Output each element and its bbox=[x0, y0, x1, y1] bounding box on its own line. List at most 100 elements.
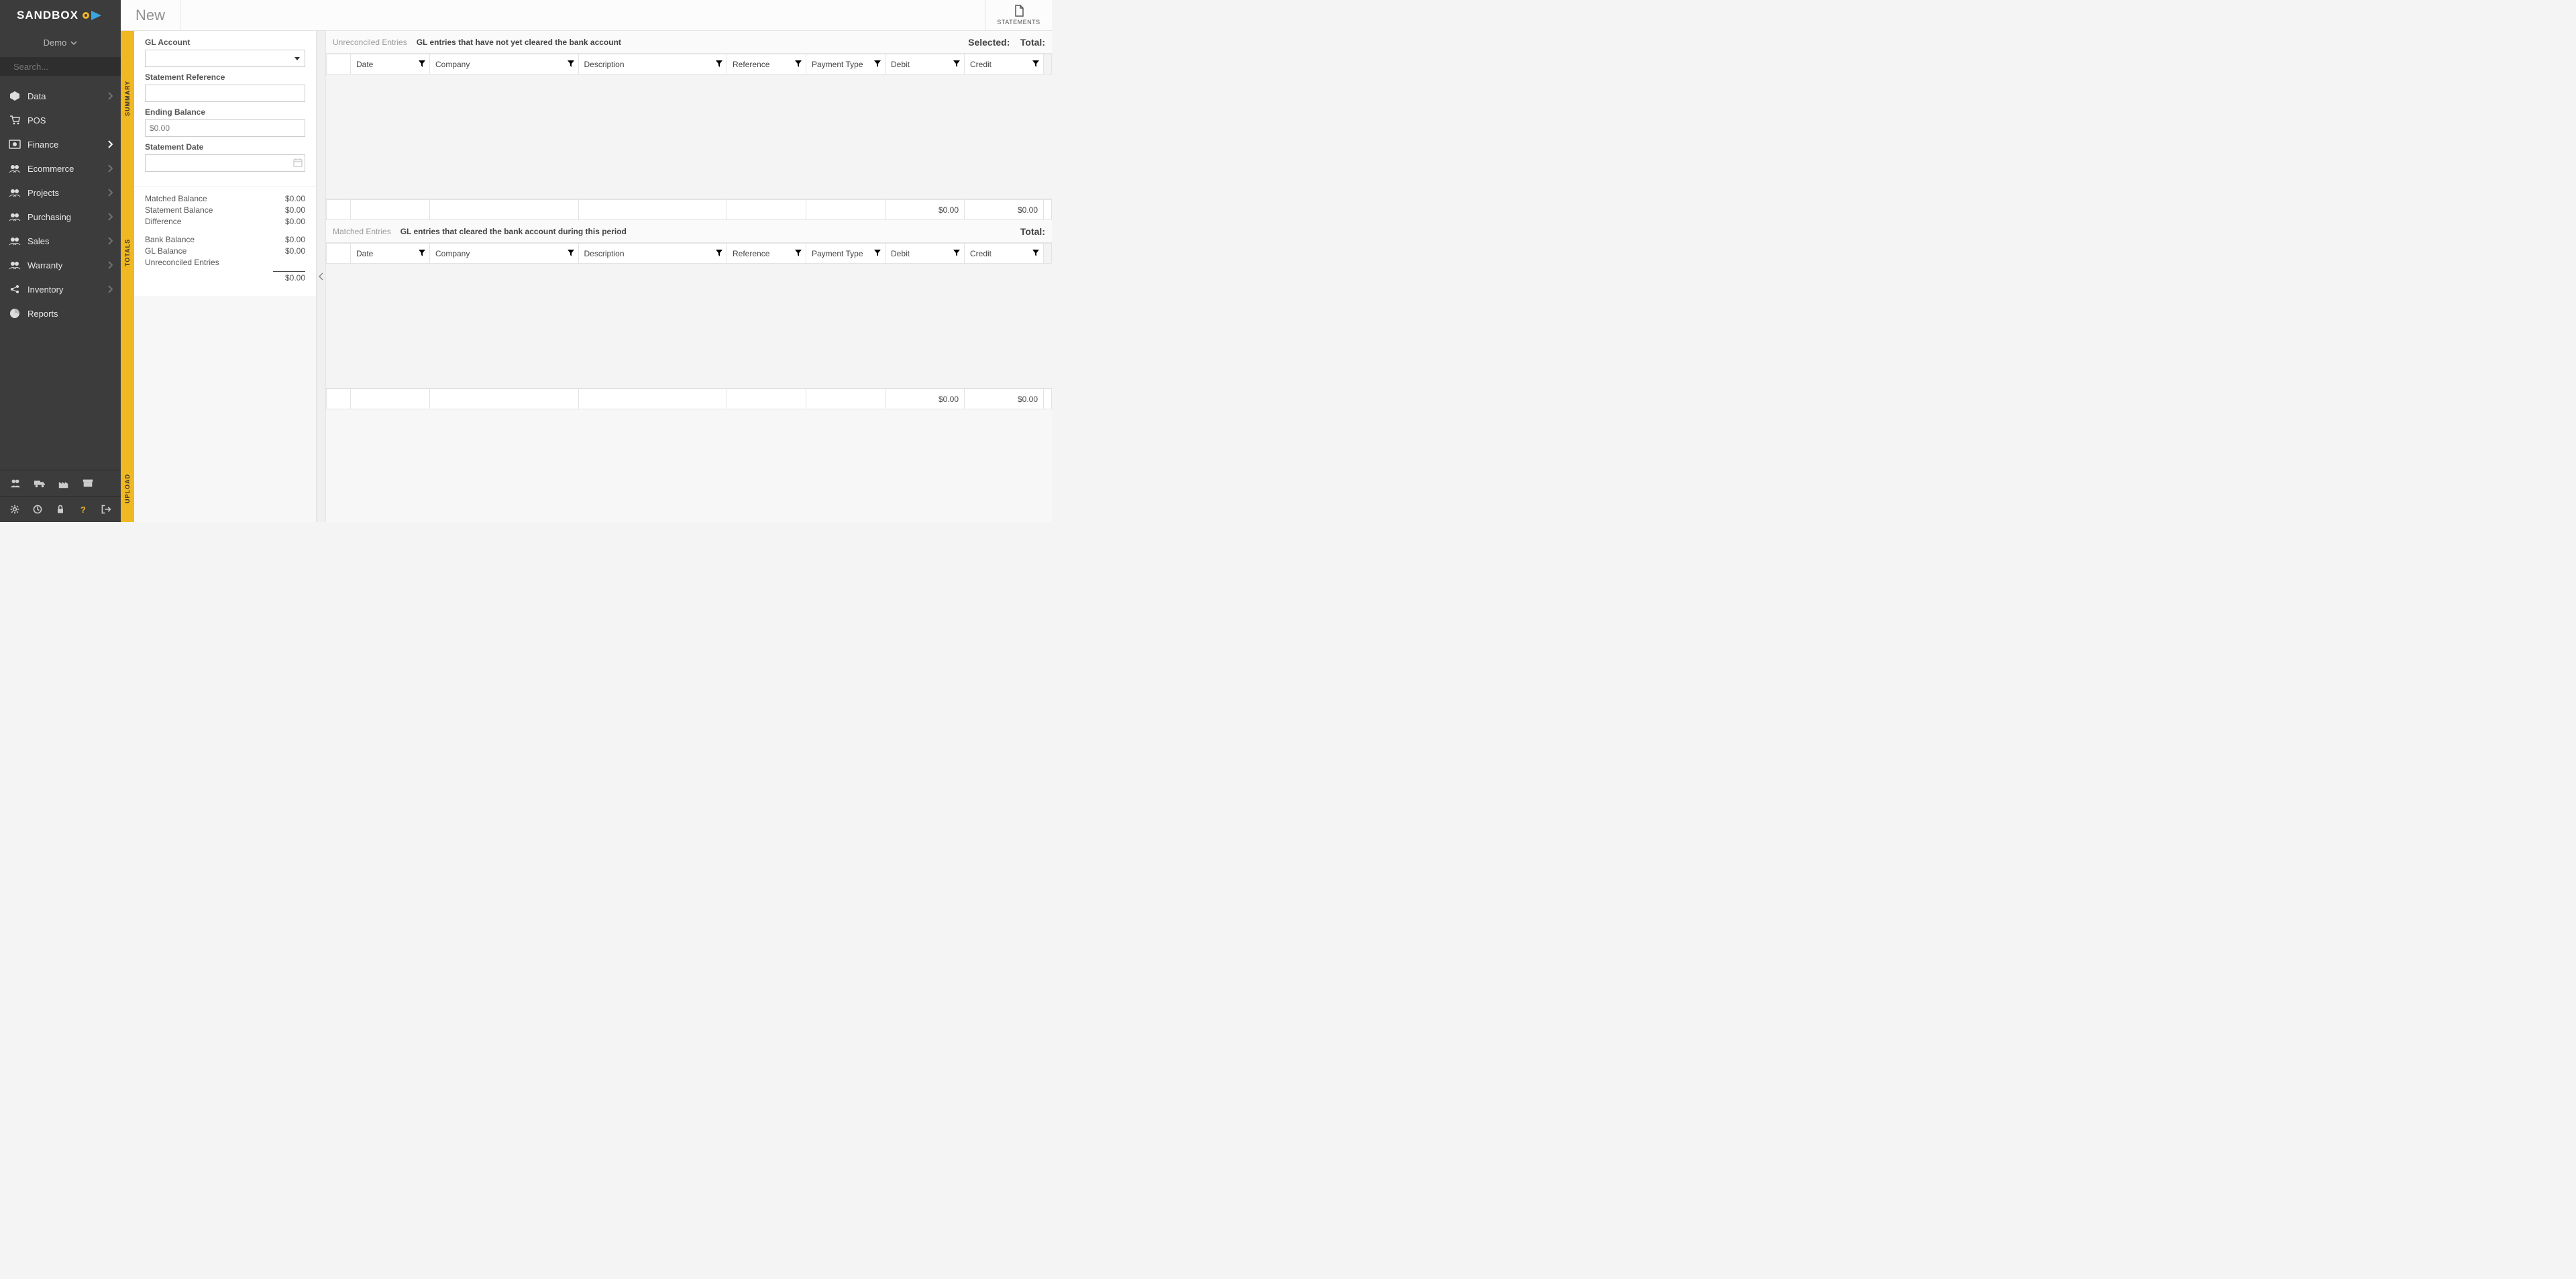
col-payment-type[interactable]: Payment Type bbox=[806, 54, 885, 74]
bank-label: Bank Balance bbox=[145, 235, 195, 244]
col-reference[interactable]: Reference bbox=[727, 54, 806, 74]
chevron-right-icon bbox=[107, 189, 113, 197]
col-checkbox[interactable] bbox=[327, 54, 351, 74]
filter-icon[interactable] bbox=[716, 60, 722, 69]
nav-menu: Data POS Finance Ecommerce Projects bbox=[0, 76, 121, 470]
nav-reports[interactable]: Reports bbox=[0, 301, 121, 325]
col-debit[interactable]: Debit bbox=[885, 244, 965, 264]
search-input[interactable] bbox=[13, 62, 131, 72]
footer-credit: $0.00 bbox=[965, 200, 1044, 220]
gl-label: GL Balance bbox=[145, 246, 186, 256]
col-checkbox[interactable] bbox=[327, 244, 351, 264]
nav-label: POS bbox=[28, 115, 46, 125]
filter-icon[interactable] bbox=[568, 60, 574, 69]
nav-inventory[interactable]: Inventory bbox=[0, 277, 121, 301]
col-description[interactable]: Description bbox=[578, 244, 727, 264]
filter-icon[interactable] bbox=[953, 60, 960, 69]
tab-summary[interactable]: SUMMARY bbox=[121, 31, 134, 165]
nav-sales[interactable]: Sales bbox=[0, 229, 121, 253]
filter-icon[interactable] bbox=[874, 249, 881, 258]
chevron-right-icon bbox=[107, 213, 113, 221]
tab-upload[interactable]: UPLOAD bbox=[121, 340, 134, 522]
document-icon bbox=[1014, 5, 1024, 17]
filter-icon[interactable] bbox=[716, 249, 722, 258]
chevron-right-icon bbox=[107, 261, 113, 269]
users-icon bbox=[8, 188, 21, 197]
matched-desc: GL entries that cleared the bank account… bbox=[400, 227, 627, 236]
page-title: New bbox=[121, 0, 180, 30]
side-tabs: SUMMARY TOTALS UPLOAD bbox=[121, 31, 134, 522]
nav-finance[interactable]: Finance bbox=[0, 132, 121, 156]
statements-button[interactable]: STATEMENTS bbox=[985, 0, 1052, 30]
tab-totals[interactable]: TOTALS bbox=[121, 165, 134, 340]
bottom-icon-row2: ? bbox=[0, 496, 121, 522]
nav-pos[interactable]: POS bbox=[0, 108, 121, 132]
tenant-label: Demo bbox=[44, 38, 67, 48]
unreconciled-grid-body[interactable] bbox=[326, 74, 1052, 199]
stmt-date-input[interactable] bbox=[145, 154, 305, 172]
truck-icon[interactable] bbox=[34, 477, 46, 489]
unreconciled-grid-footer: $0.00 $0.00 bbox=[326, 199, 1052, 220]
clock-icon[interactable] bbox=[32, 503, 43, 515]
filter-icon[interactable] bbox=[568, 249, 574, 258]
col-description[interactable]: Description bbox=[578, 54, 727, 74]
col-payment-type[interactable]: Payment Type bbox=[806, 244, 885, 264]
filter-icon[interactable] bbox=[795, 60, 802, 69]
matched-grid-body[interactable] bbox=[326, 264, 1052, 389]
caret-down-icon bbox=[294, 55, 301, 62]
cart-icon bbox=[8, 115, 21, 125]
matched-grid-footer: $0.00 $0.00 bbox=[326, 389, 1052, 409]
gl-account-select[interactable] bbox=[145, 50, 305, 67]
col-company[interactable]: Company bbox=[430, 244, 579, 264]
col-credit[interactable]: Credit bbox=[965, 54, 1044, 74]
scrollbar[interactable] bbox=[1044, 244, 1052, 264]
nav-data[interactable]: Data bbox=[0, 84, 121, 108]
nav-purchasing[interactable]: Purchasing bbox=[0, 205, 121, 229]
stmt-date-label: Statement Date bbox=[145, 142, 305, 152]
nav-label: Projects bbox=[28, 188, 59, 198]
nav-label: Reports bbox=[28, 309, 58, 319]
filter-icon[interactable] bbox=[419, 60, 425, 69]
users-icon[interactable] bbox=[9, 477, 21, 489]
filter-icon[interactable] bbox=[953, 249, 960, 258]
col-credit[interactable]: Credit bbox=[965, 244, 1044, 264]
nav-projects[interactable]: Projects bbox=[0, 181, 121, 205]
gear-icon[interactable] bbox=[9, 503, 20, 515]
statements-label: STATEMENTS bbox=[997, 19, 1040, 25]
lock-icon[interactable] bbox=[55, 503, 66, 515]
ending-balance-input[interactable] bbox=[145, 119, 305, 137]
search-box[interactable] bbox=[0, 57, 121, 76]
col-debit[interactable]: Debit bbox=[885, 54, 965, 74]
col-date[interactable]: Date bbox=[351, 244, 430, 264]
matched-value: $0.00 bbox=[285, 194, 305, 203]
question-icon[interactable]: ? bbox=[78, 503, 89, 515]
panel-collapse-toggle[interactable] bbox=[317, 31, 326, 522]
nav-ecommerce[interactable]: Ecommerce bbox=[0, 156, 121, 181]
brand-text: SANDBOX bbox=[17, 9, 78, 22]
nav-warranty[interactable]: Warranty bbox=[0, 253, 121, 277]
filter-icon[interactable] bbox=[874, 60, 881, 69]
col-reference[interactable]: Reference bbox=[727, 244, 806, 264]
tenant-switcher[interactable]: Demo bbox=[0, 31, 121, 57]
cube-icon bbox=[8, 91, 21, 101]
matched-title: Matched Entries bbox=[333, 227, 391, 236]
totals-section: Matched Balance$0.00 Statement Balance$0… bbox=[134, 187, 316, 297]
stmtbal-value: $0.00 bbox=[285, 205, 305, 215]
selected-label: Selected: bbox=[968, 37, 1010, 48]
unreconciled-block: Unreconciled Entries GL entries that hav… bbox=[326, 31, 1052, 220]
filter-icon[interactable] bbox=[1032, 60, 1039, 69]
logout-icon[interactable] bbox=[101, 503, 111, 515]
factory-icon[interactable] bbox=[58, 477, 70, 489]
scrollbar[interactable] bbox=[1044, 54, 1052, 74]
chevron-right-icon bbox=[107, 237, 113, 245]
filter-icon[interactable] bbox=[419, 249, 425, 258]
sidebar: SANDBOX Demo Data POS Fin bbox=[0, 0, 121, 522]
archive-icon[interactable] bbox=[82, 477, 94, 489]
unreconciled-title: Unreconciled Entries bbox=[333, 38, 407, 47]
col-company[interactable]: Company bbox=[430, 54, 579, 74]
filter-icon[interactable] bbox=[795, 249, 802, 258]
calendar-icon[interactable] bbox=[293, 158, 303, 169]
stmt-ref-input[interactable] bbox=[145, 85, 305, 102]
filter-icon[interactable] bbox=[1032, 249, 1039, 258]
col-date[interactable]: Date bbox=[351, 54, 430, 74]
